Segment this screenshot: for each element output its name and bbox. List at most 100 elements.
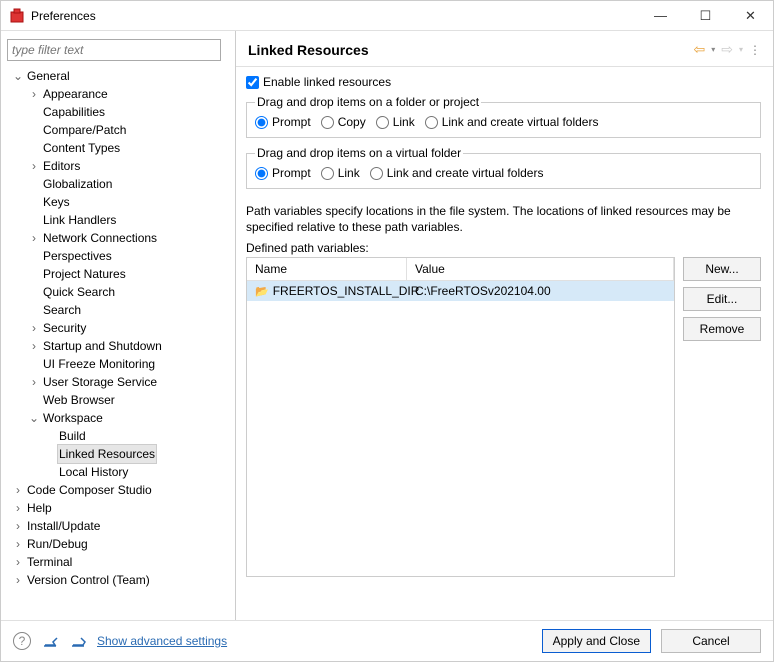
enable-checkbox-input[interactable] [246,76,259,89]
tree-item[interactable]: ⌄Workspace [7,409,229,427]
cancel-button[interactable]: Cancel [661,629,761,653]
chevron-right-icon[interactable]: › [27,337,41,355]
chevron-right-icon[interactable]: › [27,229,41,247]
tree-item-label: User Storage Service [41,373,159,391]
radio-input[interactable] [376,116,389,129]
radio-option[interactable]: Prompt [255,115,311,129]
tree-item[interactable]: Globalization [7,175,229,193]
export-icon[interactable] [71,633,87,650]
tree-item-label: Search [41,301,83,319]
chevron-right-icon[interactable]: › [11,553,25,571]
app-icon [9,8,25,24]
tree-item[interactable]: ›Appearance [7,85,229,103]
tree-item[interactable]: Keys [7,193,229,211]
apply-and-close-button[interactable]: Apply and Close [542,629,651,653]
radio-option[interactable]: Link and create virtual folders [425,115,599,129]
radio-label: Prompt [272,115,311,129]
forward-icon[interactable]: ⇨ [721,41,733,58]
radio-option[interactable]: Link [321,166,360,180]
defined-path-variables-label: Defined path variables: [246,241,761,255]
tree-item[interactable]: Linked Resources [7,445,229,463]
radio-option[interactable]: Link [376,115,415,129]
tree-item[interactable]: Project Natures [7,265,229,283]
radio-option[interactable]: Prompt [255,166,311,180]
chevron-right-icon[interactable]: › [11,535,25,553]
table-row[interactable]: 📂FREERTOS_INSTALL_DIRC:\FreeRTOSv202104.… [247,281,674,301]
back-dropdown-icon[interactable]: ▾ [711,45,715,54]
tree-item[interactable]: Search [7,301,229,319]
tree-item[interactable]: ›User Storage Service [7,373,229,391]
radio-option[interactable]: Link and create virtual folders [370,166,544,180]
chevron-right-icon[interactable]: › [27,157,41,175]
tree-item-label: Editors [41,157,82,175]
chevron-right-icon[interactable]: › [11,499,25,517]
tree-item[interactable]: ›Install/Update [7,517,229,535]
back-icon[interactable]: ⇦ [694,41,706,58]
preferences-tree[interactable]: ⌄General›AppearanceCapabilitiesCompare/P… [7,67,229,612]
new-button[interactable]: New... [683,257,761,281]
tree-item[interactable]: Web Browser [7,391,229,409]
view-menu-icon[interactable]: ⋮ [749,43,761,57]
fwd-dropdown-icon[interactable]: ▾ [739,45,743,54]
chevron-right-icon[interactable]: › [11,517,25,535]
help-icon[interactable]: ? [13,632,31,650]
chevron-down-icon[interactable]: ⌄ [11,67,25,85]
show-advanced-settings-link[interactable]: Show advanced settings [97,634,227,648]
page-header: Linked Resources ⇦ ▾ ⇨ ▾ ⋮ [236,31,773,67]
tree-item-label: Network Connections [41,229,159,247]
tree-item[interactable]: ›Run/Debug [7,535,229,553]
tree-item-label: Perspectives [41,247,114,265]
radio-input[interactable] [370,167,383,180]
radio-input[interactable] [255,116,268,129]
remove-button[interactable]: Remove [683,317,761,341]
tree-item[interactable]: Build [7,427,229,445]
group-virtual-folder: Drag and drop items on a virtual folder … [246,146,761,189]
tree-item[interactable]: UI Freeze Monitoring [7,355,229,373]
header-nav: ⇦ ▾ ⇨ ▾ ⋮ [694,41,762,58]
close-button[interactable]: ✕ [728,1,773,31]
edit-button[interactable]: Edit... [683,287,761,311]
tree-item[interactable]: ›Code Composer Studio [7,481,229,499]
tree-item[interactable]: ›Startup and Shutdown [7,337,229,355]
filter-input[interactable] [7,39,221,61]
tree-item[interactable]: Quick Search [7,283,229,301]
tree-item[interactable]: Capabilities [7,103,229,121]
minimize-button[interactable]: — [638,1,683,31]
radio-option[interactable]: Copy [321,115,366,129]
chevron-right-icon[interactable]: › [11,481,25,499]
tree-item[interactable]: ›Network Connections [7,229,229,247]
tree-item-label: Terminal [25,553,74,571]
radio-input[interactable] [321,167,334,180]
tree-item[interactable]: Compare/Patch [7,121,229,139]
tree-item[interactable]: ›Security [7,319,229,337]
tree-item[interactable]: ›Version Control (Team) [7,571,229,589]
path-variables-table[interactable]: Name Value 📂FREERTOS_INSTALL_DIRC:\FreeR… [246,257,675,577]
table-and-buttons: Name Value 📂FREERTOS_INSTALL_DIRC:\FreeR… [246,257,761,577]
column-header-name[interactable]: Name [247,258,407,280]
tree-item[interactable]: Local History [7,463,229,481]
enable-linked-resources-checkbox[interactable]: Enable linked resources [246,75,761,89]
tree-item[interactable]: Content Types [7,139,229,157]
tree-item[interactable]: ›Help [7,499,229,517]
import-icon[interactable] [43,633,59,650]
chevron-right-icon[interactable]: › [11,571,25,589]
chevron-right-icon[interactable]: › [27,319,41,337]
chevron-down-icon[interactable]: ⌄ [27,409,41,427]
variable-name: FREERTOS_INSTALL_DIR [273,284,420,298]
tree-item-label: Appearance [41,85,110,103]
chevron-right-icon[interactable]: › [27,85,41,103]
tree-item-label: Web Browser [41,391,117,409]
radio-input[interactable] [321,116,334,129]
tree-item[interactable]: Perspectives [7,247,229,265]
tree-item[interactable]: ⌄General [7,67,229,85]
tree-item[interactable]: ›Terminal [7,553,229,571]
footer: ? Show advanced settings Apply and Close… [1,620,773,661]
maximize-button[interactable]: ☐ [683,1,728,31]
column-header-value[interactable]: Value [407,258,674,280]
radio-input[interactable] [255,167,268,180]
tree-item[interactable]: ›Editors [7,157,229,175]
chevron-right-icon[interactable]: › [27,373,41,391]
tree-item-label: Install/Update [25,517,102,535]
tree-item[interactable]: Link Handlers [7,211,229,229]
radio-input[interactable] [425,116,438,129]
